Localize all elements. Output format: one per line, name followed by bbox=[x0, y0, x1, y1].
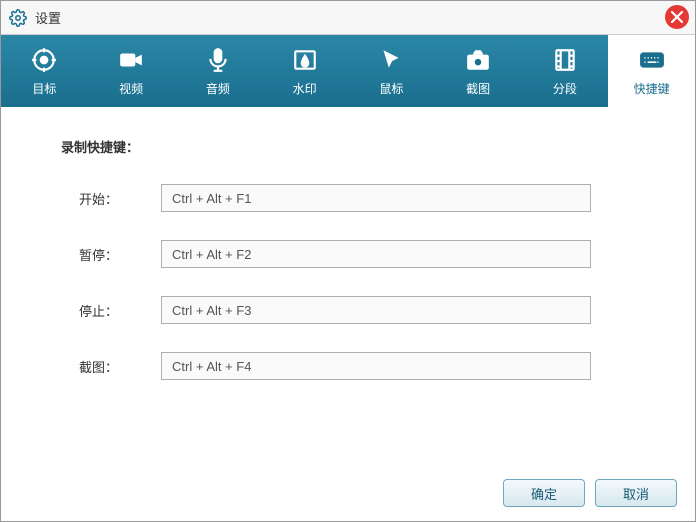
tab-segment[interactable]: 分段 bbox=[522, 35, 609, 107]
row-shot: 截图： bbox=[61, 352, 635, 380]
tab-label: 视频 bbox=[119, 80, 143, 97]
label-shot: 截图： bbox=[61, 357, 161, 376]
camera-icon bbox=[464, 46, 492, 74]
tab-shortcut[interactable]: 快捷键 bbox=[608, 35, 695, 107]
tab-label: 鼠标 bbox=[379, 80, 403, 97]
mic-icon bbox=[204, 46, 232, 74]
video-icon bbox=[117, 46, 145, 74]
tab-audio[interactable]: 音频 bbox=[175, 35, 262, 107]
tab-video[interactable]: 视频 bbox=[88, 35, 175, 107]
row-stop: 停止： bbox=[61, 296, 635, 324]
watermark-icon bbox=[291, 46, 319, 74]
input-shot[interactable] bbox=[161, 352, 591, 380]
tab-watermark[interactable]: 水印 bbox=[261, 35, 348, 107]
label-stop: 停止： bbox=[61, 301, 161, 320]
settings-window: 设置 目标 视频 音频 水印 鼠标 截图 bbox=[0, 0, 696, 522]
label-start: 开始： bbox=[61, 189, 161, 208]
tab-screenshot[interactable]: 截图 bbox=[435, 35, 522, 107]
footer: 确定 取消 bbox=[503, 479, 677, 507]
content-pane: 录制快捷键： 开始： 暂停： 停止： 截图： bbox=[1, 107, 695, 418]
tabbar: 目标 视频 音频 水印 鼠标 截图 分段 快捷键 bbox=[1, 35, 695, 107]
input-pause[interactable] bbox=[161, 240, 591, 268]
close-button[interactable] bbox=[665, 5, 689, 29]
cancel-button[interactable]: 取消 bbox=[595, 479, 677, 507]
row-start: 开始： bbox=[61, 184, 635, 212]
tab-label: 快捷键 bbox=[634, 80, 670, 97]
keyboard-icon bbox=[638, 46, 666, 74]
label-pause: 暂停： bbox=[61, 245, 161, 264]
film-icon bbox=[551, 46, 579, 74]
tab-label: 目标 bbox=[32, 80, 56, 97]
tab-label: 音频 bbox=[206, 80, 230, 97]
tab-label: 分段 bbox=[553, 80, 577, 97]
window-title: 设置 bbox=[35, 8, 61, 27]
titlebar: 设置 bbox=[1, 1, 695, 35]
cursor-icon bbox=[377, 46, 405, 74]
section-title: 录制快捷键： bbox=[61, 137, 635, 156]
tab-label: 截图 bbox=[466, 80, 490, 97]
tab-mouse[interactable]: 鼠标 bbox=[348, 35, 435, 107]
input-start[interactable] bbox=[161, 184, 591, 212]
target-icon bbox=[30, 46, 58, 74]
tab-target[interactable]: 目标 bbox=[1, 35, 88, 107]
row-pause: 暂停： bbox=[61, 240, 635, 268]
input-stop[interactable] bbox=[161, 296, 591, 324]
ok-button[interactable]: 确定 bbox=[503, 479, 585, 507]
tab-label: 水印 bbox=[293, 80, 317, 97]
gear-icon bbox=[9, 9, 27, 27]
